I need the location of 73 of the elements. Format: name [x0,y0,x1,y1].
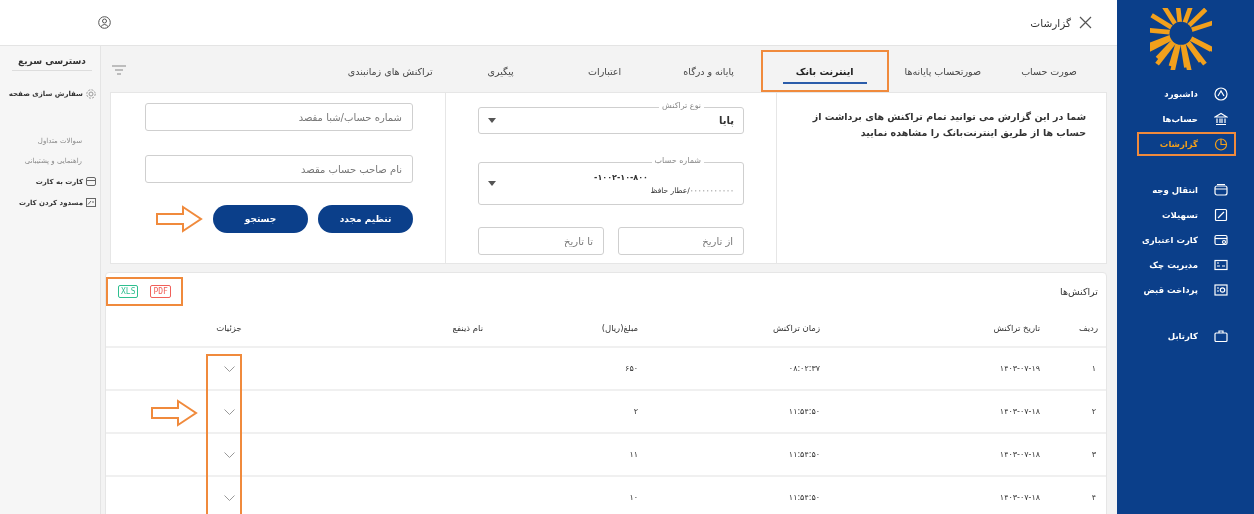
sidebar-item[interactable]: تسهیلات [1137,203,1236,227]
briefcase-icon [1214,329,1228,343]
user-icon[interactable] [98,16,111,29]
tab[interactable]: صورتحساب پایانه‌ها [888,50,997,92]
column-header: جزئیات [215,321,243,335]
from-date-field[interactable]: از تاریخ [618,227,744,255]
page-title: گزارشات [1030,16,1071,29]
pie-chart-icon [1214,137,1228,151]
chevron-down-icon[interactable] [223,408,235,415]
action-button[interactable]: تنظیم مجدد [318,205,413,233]
wallet-icon [1214,183,1228,197]
tab[interactable]: اینترنت بانک [760,50,889,92]
gauge-icon [1214,87,1228,101]
table-cell-text: ۶۵۰ [624,363,639,375]
sunburst-logo [1150,8,1212,70]
chevron-down-icon[interactable] [223,365,235,372]
sidebar-item[interactable]: کارتابل [1137,324,1236,348]
table-cell-text: ۱۴۰۳-۰۷-۱۸ [998,492,1041,504]
chevron-down-icon[interactable] [223,494,235,501]
sidebar-item[interactable]: انتقال وجه [1137,178,1236,202]
dropdown-caret-icon [488,118,496,123]
tab[interactable]: اعتبارات [552,50,657,92]
column-header: نام ذینفع [451,321,484,335]
sidebar-item[interactable]: حساب‌ها [1137,107,1236,131]
arrow-drawing [150,399,198,427]
arrow-drawing [155,205,203,233]
card-block-icon [86,198,96,207]
table-cell-text: ۱۱:۵۴:۵۰ [787,449,821,461]
table-cell-text: ۱۱:۵۴:۵۰ [787,492,821,504]
column-header: مبلغ(ریال) [600,321,639,335]
table-cell-text: ۲ [1090,406,1097,418]
dropdown-caret-icon [488,181,496,186]
filter-icon[interactable] [112,65,126,77]
action-button[interactable]: جستجو [213,205,308,233]
bank-icon [1214,112,1228,126]
destination-account-field[interactable]: شماره حساب/شبا مقصد [145,103,413,131]
chevron-down-icon[interactable] [223,451,235,458]
sidebar-item[interactable]: گزارشات [1137,132,1236,156]
column-header: ردیف [1077,321,1099,335]
table-cell-text: ۱۱ [628,449,639,461]
table-cell-text: ۳ [1090,449,1097,461]
table-cell-text: ۱۱:۵۴:۵۰ [787,406,821,418]
table-cell-text: ۲ [632,406,639,418]
table-cell-text: ۴ [1090,492,1097,504]
table-cell-text: ۱۴۰۳-۰۷-۱۸ [998,406,1041,418]
table-cell-text: ۱۴۰۳-۰۷-۱۸ [998,449,1041,461]
close-icon[interactable] [1079,16,1092,29]
destination-owner-field[interactable]: نام صاحب حساب مقصد [145,155,413,183]
table-cell-text: ۱۴۰۳-۰۷-۱۹ [998,363,1041,375]
table-cell-text: ۱۰ [628,492,639,504]
sidebar-item[interactable]: پرداخت قبض [1137,278,1236,302]
sidebar-item[interactable]: کارت اعتباری [1137,228,1236,252]
square-slash-icon [1214,208,1228,222]
table-cell-text: ۰۸:۰۲:۳۷ [787,363,821,375]
gear-icon [86,89,96,99]
tab[interactable]: تراکنش های زمانبندی [331,50,449,92]
column-header: زمان تراکنش [771,321,821,335]
sidebar-item[interactable]: داشبورد [1137,82,1236,106]
to-date-field[interactable]: تا تاریخ [478,227,604,255]
sidebar-item[interactable]: مدیریت چک [1137,253,1236,277]
column-header: تاریخ تراکنش [992,321,1041,335]
credit-card-icon [1214,233,1228,247]
table-cell-text: ۱ [1090,363,1097,375]
description-text: شما در این گزارش می توانید تمام تراکنش های برداشت از حساب ها از طریق اینترنت‌بانک را مشاهده نمایید [811,110,1086,141]
tab[interactable]: پیگیری [448,50,553,92]
cheque-icon [1214,258,1228,272]
tab[interactable]: پایانه و درگاه [656,50,761,92]
credit-card-icon [86,177,96,186]
table-title: تراکنش‌ها [1060,285,1098,297]
panel-title: دسترسی سریع [12,54,92,71]
bill-icon [1214,283,1228,297]
tab[interactable]: صورت حساب [997,50,1101,92]
transaction-type-select[interactable]: نوع تراکنش پایا [478,100,744,134]
